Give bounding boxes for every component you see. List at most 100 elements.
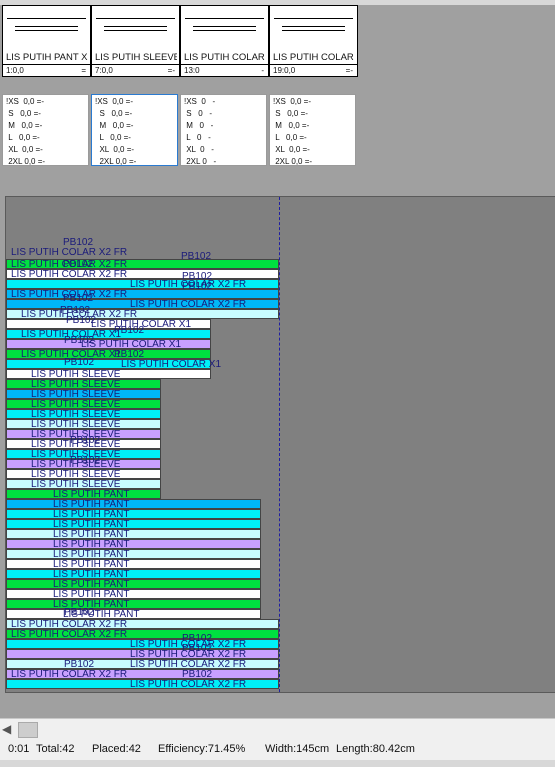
size-row: XL 0 - xyxy=(184,145,214,154)
piece-placed-count: 13:0 xyxy=(184,66,200,75)
horizontal-scrollbar[interactable]: ◀ xyxy=(0,718,555,739)
marker-piece[interactable]: LIS PUTIH COLAR X1 xyxy=(6,339,211,350)
piece-code-label: PB102 xyxy=(64,659,95,670)
marker-piece[interactable]: LIS PUTIH PANT xyxy=(6,519,261,530)
marker-piece[interactable]: LIS PUTIH SLEEVE xyxy=(6,389,161,400)
piece-code-label: PB102 xyxy=(64,607,95,618)
size-row: S 0 - xyxy=(184,109,213,118)
marker-piece-label: LIS PUTIH PANT xyxy=(53,559,130,570)
marker-piece[interactable]: LIS PUTIH COLAR X2 FR xyxy=(6,309,279,320)
marker-piece-label: LIS PUTIH COLAR X2 FR xyxy=(11,629,128,640)
marker-piece[interactable]: LIS PUTIH SLEEVE xyxy=(6,479,161,490)
marker-piece[interactable]: LIS PUTIH COLAR X2 FR xyxy=(6,679,279,690)
marker-canvas[interactable]: LIS PUTIH COLAR X2 FR LIS PUTIH COLAR X2 … xyxy=(5,196,555,693)
piece-code-label: PB102 xyxy=(70,435,101,446)
size-row: M 0,0 =- xyxy=(6,121,43,130)
size-table-4[interactable]: !XS 0,0 =- S 0,0 =- M 0,0 =- L 0,0 =- XL… xyxy=(269,94,356,166)
size-row: M 0,0 =- xyxy=(95,121,134,130)
marker-piece-label: LIS PUTIH PANT xyxy=(53,489,130,500)
marker-piece[interactable]: LIS PUTIH COLAR X2 FR xyxy=(6,289,279,300)
status-time: 0:01 xyxy=(8,743,30,755)
marker-piece[interactable]: LIS PUTIH COLAR X1 xyxy=(6,349,211,360)
piece-mark: = xyxy=(81,66,86,75)
piece-code-label: PB102 xyxy=(70,455,101,466)
marker-piece[interactable]: LIS PUTIH SLEEVE xyxy=(6,379,161,390)
marker-piece[interactable]: LIS PUTIH PANT xyxy=(6,559,261,570)
size-row: S 0,0 =- xyxy=(95,109,133,118)
size-row: !XS 0 - xyxy=(184,97,216,106)
marker-piece[interactable]: LIS PUTIH SLEEVE xyxy=(6,399,161,410)
marker-piece[interactable]: LIS PUTIH COLAR X2 FR xyxy=(6,669,279,680)
size-row: !XS 0,0 =- xyxy=(6,97,45,106)
marker-piece[interactable]: LIS PUTIH PANT xyxy=(6,499,261,510)
marker-piece-label: LIS PUTIH COLAR X2 FR xyxy=(130,299,247,310)
scroll-left-icon[interactable]: ◀ xyxy=(2,722,11,736)
piece-code-label: PB102 xyxy=(64,357,95,368)
piece-mark: =- xyxy=(345,66,353,75)
marker-piece[interactable]: LIS PUTIH COLAR X2 FR xyxy=(6,629,279,640)
piece-code-label: PB102 xyxy=(182,643,213,654)
marker-piece[interactable]: LIS PUTIH COLAR X2 FR xyxy=(6,259,279,270)
marker-piece[interactable]: LIS PUTIH PANT xyxy=(6,539,261,550)
size-table-1[interactable]: !XS 0,0 =- S 0,0 =- M 0,0 =- L 0,0 =- XL… xyxy=(2,94,89,166)
marker-piece[interactable]: LIS PUTIH SLEEVE xyxy=(6,409,161,420)
piece-placed: 13:0 - xyxy=(181,64,268,76)
size-row: 2XL 0,0 =- xyxy=(273,157,313,166)
status-width: Width:145cm xyxy=(265,743,330,755)
width-guide-line xyxy=(279,197,280,692)
piece-code-label: PB102 xyxy=(63,293,94,304)
marker-piece[interactable]: LIS PUTIH COLAR X2 FR xyxy=(6,269,279,280)
marker-piece[interactable]: LIS PUTIH PANT xyxy=(6,579,261,590)
piece-card-colar-1[interactable]: LIS PUTIH COLAR 13:0 - xyxy=(180,5,269,77)
size-table-2[interactable]: !XS 0,0 =- S 0,0 =- M 0,0 =- L 0,0 =- XL… xyxy=(91,94,178,166)
marker-piece[interactable]: LIS PUTIH COLAR X1 xyxy=(6,329,211,340)
marker-piece-label: LIS PUTIH COLAR X2 FR xyxy=(130,679,247,690)
piece-shape-icon xyxy=(185,18,264,33)
marker-piece[interactable]: LIS PUTIH PANT xyxy=(6,489,161,500)
piece-code-label: PB102 xyxy=(182,281,213,292)
marker-piece[interactable]: LIS PUTIH COLAR X2 FR xyxy=(6,639,279,650)
size-row: L 0,0 =- xyxy=(273,133,307,142)
marker-piece[interactable]: LIS PUTIH PANT xyxy=(6,529,261,540)
status-length: Length:80.42cm xyxy=(336,743,415,755)
marker-piece[interactable]: LIS PUTIH COLAR X2 FR xyxy=(6,649,279,660)
size-tables: !XS 0,0 =- S 0,0 =- M 0,0 =- L 0,0 =- XL… xyxy=(0,94,555,169)
marker-piece[interactable]: LIS PUTIH COLAR X1 xyxy=(6,359,221,370)
marker-piece[interactable]: LIS PUTIH PANT xyxy=(6,549,261,560)
marker-piece[interactable]: LIS PUTIH SLEEVE xyxy=(6,469,161,480)
piece-code-label: PB102 xyxy=(66,315,97,326)
piece-code-label: PB102 xyxy=(114,349,145,360)
marker-piece[interactable]: LIS PUTIH PANT xyxy=(6,509,261,520)
marker-piece[interactable]: LIS PUTIH COLAR X1 xyxy=(6,319,211,330)
marker-piece[interactable]: LIS PUTIH SLEEVE xyxy=(6,419,161,430)
size-row: 2XL 0,0 =- xyxy=(6,157,46,166)
size-row: M 0 - xyxy=(184,121,214,130)
marker-piece[interactable]: LIS PUTIH PANT xyxy=(6,609,261,620)
piece-code-label: LIS PUTIH COLAR X2 FR xyxy=(11,247,128,258)
size-table-3[interactable]: !XS 0 - S 0 - M 0 - L 0 - XL 0 - 2XL 0 - xyxy=(180,94,267,166)
piece-card-colar-2[interactable]: LIS PUTIH COLAR 19:0,0 =- xyxy=(269,5,358,77)
marker-piece-label: LIS PUTIH SLEEVE xyxy=(31,369,121,380)
piece-mark: =- xyxy=(167,66,175,75)
marker-piece[interactable]: LIS PUTIH PANT xyxy=(6,589,261,600)
status-placed: Placed:42 xyxy=(92,743,141,755)
piece-placed-count: 19:0,0 xyxy=(273,66,296,75)
marker-piece[interactable]: LIS PUTIH SLEEVE xyxy=(6,369,211,380)
scrollbar-thumb[interactable] xyxy=(18,722,38,738)
status-efficiency: Efficiency:71.45% xyxy=(158,743,246,755)
marker-piece-label: LIS PUTIH PANT xyxy=(53,509,130,520)
marker-piece[interactable]: LIS PUTIH COLAR X2 FR xyxy=(6,299,279,310)
marker-piece[interactable]: LIS PUTIH PANT xyxy=(6,569,261,580)
marker-piece-label: LIS PUTIH PANT xyxy=(53,589,130,600)
marker-piece[interactable]: LIS PUTIH COLAR X2 FR xyxy=(6,619,279,630)
marker-piece[interactable]: LIS PUTIH PANT xyxy=(6,599,261,610)
size-row: 2XL 0 - xyxy=(184,157,217,166)
piece-cards: LIS PUTIH PANT XS 1:0,0 = LIS PUTIH SLEEV… xyxy=(0,5,555,77)
marker-piece-label: LIS PUTIH SLEEVE xyxy=(31,419,121,430)
marker-piece[interactable]: LIS PUTIH COLAR X2 FR xyxy=(6,659,279,670)
piece-card-sleeve[interactable]: LIS PUTIH SLEEVE 7:0,0 =- xyxy=(91,5,180,77)
marker-piece[interactable]: LIS PUTIH COLAR X2 FR xyxy=(6,279,279,290)
piece-shape-icon xyxy=(96,18,175,33)
piece-card-pant[interactable]: LIS PUTIH PANT XS 1:0,0 = xyxy=(2,5,91,77)
piece-code-label: PB102 xyxy=(64,335,95,346)
